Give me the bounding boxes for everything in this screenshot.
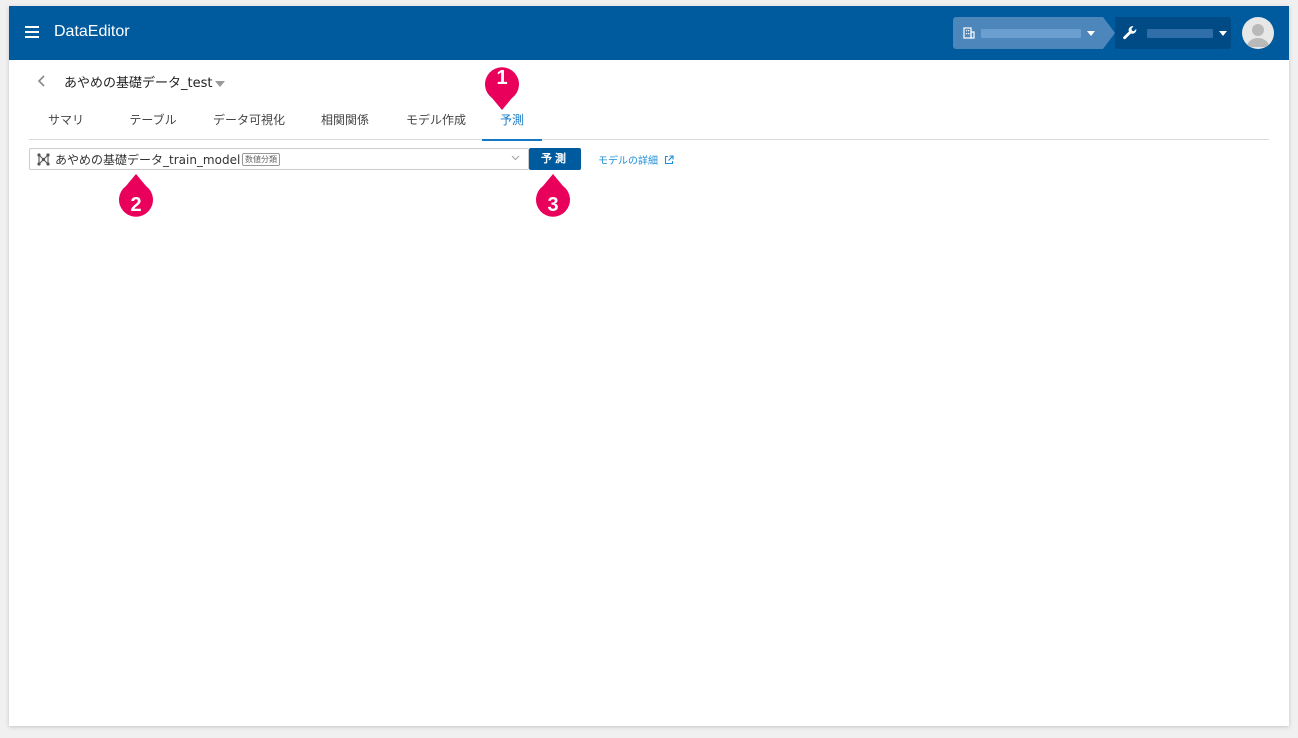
tab-summary[interactable]: サマリ (44, 102, 88, 140)
chevron-down-icon (1087, 31, 1095, 36)
model-type-badge: 数値分類 (242, 153, 280, 166)
app-title: DataEditor (54, 23, 130, 40)
app-bar: DataEditor (9, 6, 1289, 60)
model-detail-link[interactable]: モデルの詳細 (598, 152, 674, 167)
chevron-down-icon (1219, 31, 1227, 36)
tab-data-visualization[interactable]: データ可視化 (201, 102, 297, 140)
dataset-title[interactable]: あやめの基礎データ_test (64, 72, 212, 91)
callout-marker-1: 1 (478, 60, 526, 116)
callout-marker-3: 3 (529, 174, 577, 230)
building-icon (963, 27, 975, 39)
predict-button[interactable]: 予測 (529, 148, 581, 170)
wrench-icon (1123, 26, 1137, 40)
app-window: DataEditor あやめの基礎データ_test サマリ テーブル データ可視… (9, 6, 1289, 726)
project-select[interactable] (1115, 17, 1231, 49)
external-link-icon (665, 155, 674, 165)
organization-select[interactable] (953, 17, 1115, 49)
tab-bar: サマリ テーブル データ可視化 相関関係 モデル作成 予測 (29, 102, 1269, 141)
chevron-down-icon (511, 153, 520, 165)
back-icon[interactable] (35, 73, 49, 89)
tab-table[interactable]: テーブル (119, 102, 187, 140)
hamburger-icon[interactable] (25, 26, 39, 38)
redacted-org-name (981, 29, 1081, 38)
redacted-project-name (1147, 29, 1213, 38)
model-detail-label: モデルの詳細 (598, 156, 658, 167)
model-select-value: あやめの基礎データ_train_model (55, 153, 241, 167)
dataset-menu-caret-icon[interactable] (215, 81, 225, 87)
model-select[interactable]: あやめの基礎データ_train_model 数値分類 (29, 148, 529, 170)
tab-correlation[interactable]: 相関関係 (309, 102, 381, 140)
network-model-icon (37, 153, 50, 166)
callout-marker-2: 2 (112, 174, 160, 230)
tab-model-creation[interactable]: モデル作成 (395, 102, 477, 140)
user-avatar-icon[interactable] (1242, 17, 1274, 49)
